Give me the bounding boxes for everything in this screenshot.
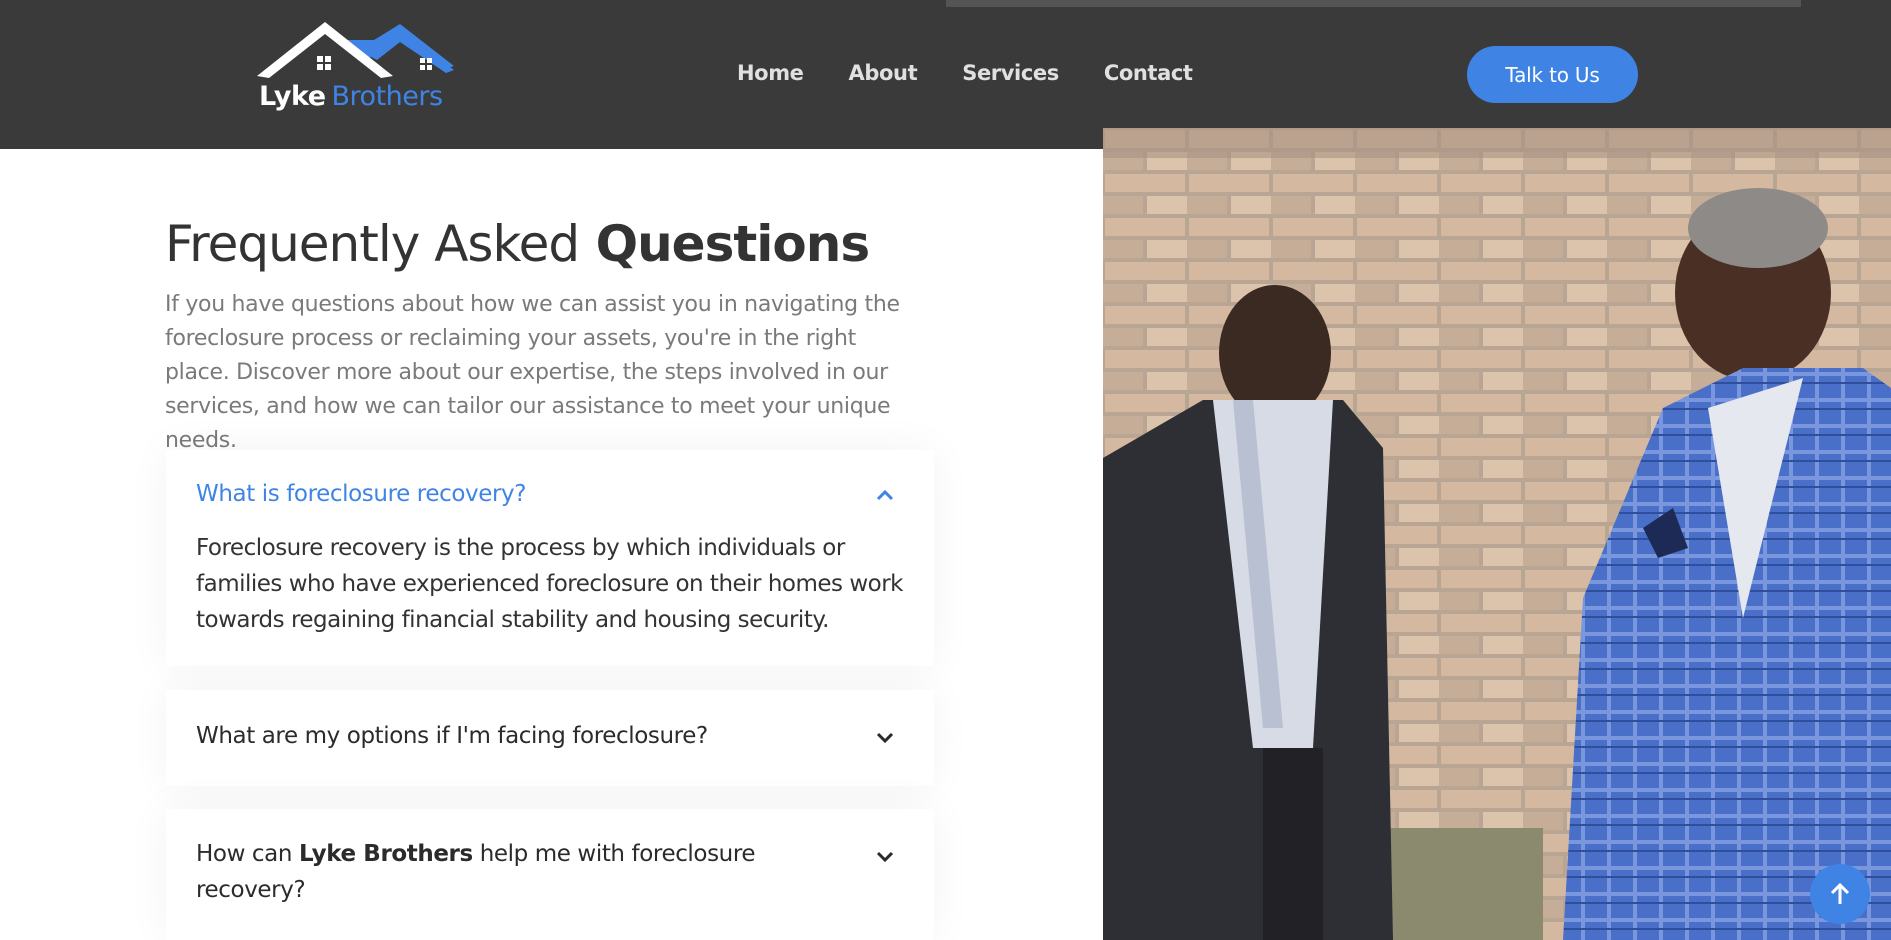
- nav-services[interactable]: Services: [962, 57, 1059, 89]
- brothers-photo-illustration: [1103, 128, 1891, 940]
- faq-question-3-pre: How can: [196, 841, 293, 867]
- logo-wordmark: Lyke Brothers: [259, 81, 443, 112]
- faq-item-1: What is foreclosure recovery? Foreclosur…: [166, 450, 934, 666]
- nav-about[interactable]: About: [849, 57, 918, 89]
- main-nav: Home About Services Contact: [737, 57, 1238, 89]
- logo-word-lyke: Lyke: [259, 81, 326, 112]
- nav-contact[interactable]: Contact: [1104, 57, 1193, 89]
- chevron-down-icon[interactable]: [875, 847, 895, 867]
- faq-item-3[interactable]: How can Lyke Brothers help me with forec…: [166, 809, 934, 940]
- house-roof-icon: [257, 22, 454, 78]
- faq-heading: Frequently Asked Questions: [165, 215, 871, 273]
- arrow-up-icon: [1830, 882, 1850, 904]
- talk-to-us-button[interactable]: Talk to Us: [1467, 46, 1638, 103]
- faq-question-3-brand: Lyke Brothers: [298, 841, 473, 867]
- team-photo: [1103, 128, 1891, 940]
- site-header: Lyke Brothers Home About Services Contact…: [0, 0, 1891, 149]
- logo[interactable]: Lyke Brothers: [257, 20, 457, 120]
- scroll-to-top-button[interactable]: [1810, 864, 1870, 924]
- faq-question-3[interactable]: How can Lyke Brothers help me with forec…: [196, 836, 836, 908]
- faq-question-2[interactable]: What are my options if I'm facing forecl…: [196, 718, 708, 754]
- faq-heading-light: Frequently Asked: [165, 215, 580, 273]
- faq-answer-1: Foreclosure recovery is the process by w…: [196, 535, 903, 633]
- header-image-strip: [946, 0, 1801, 7]
- nav-home[interactable]: Home: [737, 57, 804, 89]
- faq-item-2[interactable]: What are my options if I'm facing forecl…: [166, 690, 934, 786]
- logo-word-brothers: Brothers: [331, 81, 444, 112]
- chevron-up-icon[interactable]: [875, 485, 895, 505]
- chevron-down-icon[interactable]: [875, 728, 895, 748]
- faq-heading-bold: Questions: [595, 215, 871, 273]
- faq-intro: If you have questions about how we can a…: [165, 292, 900, 453]
- faq-question-1[interactable]: What is foreclosure recovery?: [196, 476, 526, 512]
